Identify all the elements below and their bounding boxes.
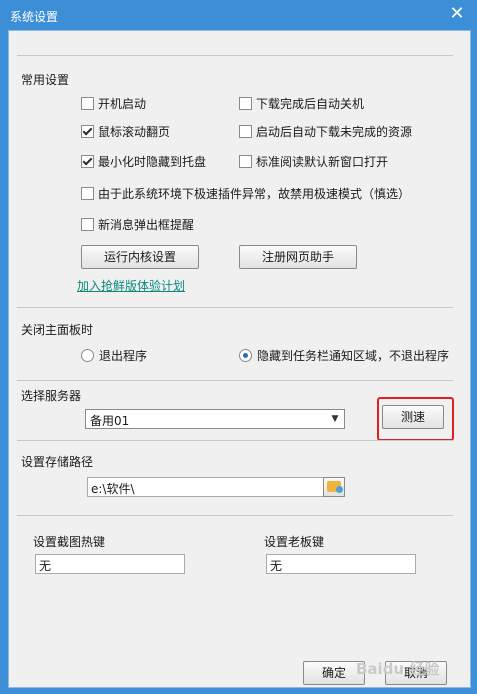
radio-icon — [81, 349, 94, 362]
storage-heading: 设置存储路径 — [21, 455, 94, 469]
register-helper-button[interactable]: 注册网页助手 — [239, 245, 357, 269]
radio-selected-icon — [239, 349, 252, 362]
checkbox-label: 由于此系统环境下极速插件异常，故禁用极速模式（慎选） — [98, 187, 411, 201]
storage-path-value: e:\软件\ — [91, 482, 135, 496]
checkbox-shutdown-after-download[interactable]: 下载完成后自动关机 — [239, 95, 364, 112]
storage-path-field[interactable]: e:\软件\ — [87, 477, 325, 497]
checkbox-minimize-to-tray[interactable]: 最小化时隐藏到托盘 — [81, 153, 206, 170]
close-panel-heading: 关闭主面板时 — [21, 323, 94, 337]
checkbox-icon — [81, 187, 94, 200]
boss-key-value: 无 — [270, 559, 283, 573]
boss-key-label: 设置老板键 — [264, 535, 325, 549]
checkbox-scroll-page[interactable]: 鼠标滚动翻页 — [81, 123, 170, 140]
divider — [17, 380, 453, 381]
checkbox-disable-turbo[interactable]: 由于此系统环境下极速插件异常，故禁用极速模式（慎选） — [81, 185, 410, 202]
divider — [17, 55, 453, 56]
radio-label: 隐藏到任务栏通知区域，不退出程序 — [257, 349, 450, 363]
watermark: Baidu 经验 — [356, 660, 440, 678]
checkbox-icon — [81, 97, 94, 110]
beta-program-link[interactable]: 加入抢鲜版体验计划 — [77, 277, 185, 294]
folder-icon — [327, 481, 343, 493]
checkbox-icon — [239, 155, 252, 168]
speed-test-button[interactable]: 测速 — [382, 405, 444, 429]
chevron-down-icon[interactable]: ▼ — [328, 411, 342, 427]
radio-hide-to-tray[interactable]: 隐藏到任务栏通知区域，不退出程序 — [239, 347, 449, 364]
checkbox-checked-icon — [81, 155, 94, 168]
boss-key-field[interactable]: 无 — [266, 554, 416, 574]
window-title: 系统设置 — [10, 10, 59, 24]
server-select[interactable]: 备用01 ▼ — [85, 409, 345, 429]
checkbox-label: 标准阅读默认新窗口打开 — [256, 155, 389, 169]
checkbox-icon — [239, 97, 252, 110]
radio-label: 退出程序 — [99, 349, 148, 363]
checkbox-message-popup[interactable]: 新消息弹出框提醒 — [81, 216, 194, 233]
title-bar: 系统设置 ✕ — [0, 0, 477, 30]
close-icon[interactable]: ✕ — [447, 4, 467, 24]
general-heading: 常用设置 — [21, 73, 70, 87]
kernel-settings-button[interactable]: 运行内核设置 — [81, 245, 199, 269]
browse-folder-button[interactable] — [323, 477, 345, 497]
server-select-value: 备用01 — [90, 414, 130, 428]
checkbox-label: 新消息弹出框提醒 — [98, 218, 195, 232]
divider — [17, 440, 453, 441]
checkbox-label: 下载完成后自动关机 — [256, 97, 365, 111]
checkbox-resume-downloads[interactable]: 启动后自动下载未完成的资源 — [239, 123, 412, 140]
checkbox-label: 开机启动 — [98, 97, 147, 111]
screenshot-hotkey-value: 无 — [39, 559, 52, 573]
settings-panel: 常用设置 开机启动 下载完成后自动关机 鼠标滚动翻页 启动后自动下载未完成的资源… — [8, 30, 471, 688]
checkbox-autostart[interactable]: 开机启动 — [81, 95, 146, 112]
checkbox-icon — [81, 218, 94, 231]
checkbox-label: 鼠标滚动翻页 — [98, 125, 171, 139]
checkbox-label: 最小化时隐藏到托盘 — [98, 155, 207, 169]
divider — [17, 515, 453, 516]
radio-exit-program[interactable]: 退出程序 — [81, 347, 147, 364]
checkbox-label: 启动后自动下载未完成的资源 — [256, 125, 413, 139]
screenshot-hotkey-label: 设置截图热键 — [33, 535, 106, 549]
checkbox-checked-icon — [81, 125, 94, 138]
screenshot-hotkey-field[interactable]: 无 — [35, 554, 185, 574]
checkbox-new-window[interactable]: 标准阅读默认新窗口打开 — [239, 153, 388, 170]
checkbox-icon — [239, 125, 252, 138]
divider — [17, 307, 453, 308]
server-heading: 选择服务器 — [21, 389, 82, 403]
